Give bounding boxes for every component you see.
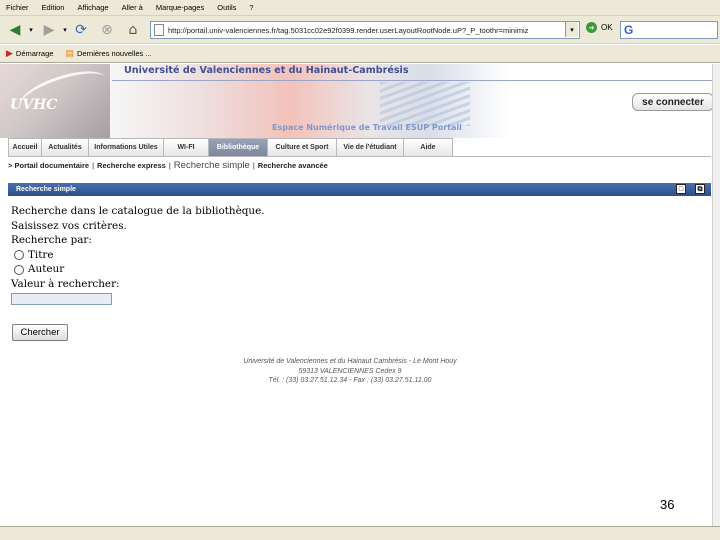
reload-icon[interactable]: ⟳ xyxy=(70,20,92,40)
rss-icon: ▤ xyxy=(65,48,74,58)
option-author-row[interactable]: Auteur xyxy=(11,262,265,277)
tab-vie-etudiant[interactable]: Vie de l'étudiant xyxy=(336,138,404,156)
subnav-separator: | xyxy=(252,161,255,170)
uvhc-logo: UVHC xyxy=(10,97,58,113)
footer-city: 59313 VALENCIENNES Cedex 9 xyxy=(298,367,402,375)
search-form: Recherche dans le catalogue de la biblio… xyxy=(11,204,265,305)
web-search-input[interactable]: G xyxy=(620,21,718,39)
subnav-portail-documentaire[interactable]: Portail documentaire xyxy=(14,161,89,170)
value-label: Valeur à rechercher: xyxy=(11,277,120,290)
bookmark-latest-news[interactable]: ▤ Dernières nouvelles ... xyxy=(65,48,151,59)
title-radio[interactable] xyxy=(14,250,24,261)
menu-tools[interactable]: Outils xyxy=(217,3,236,12)
bookmark-icon: ▶ xyxy=(6,48,13,58)
banner-decoration xyxy=(380,82,470,126)
subnav-recherche-simple[interactable]: Recherche simple xyxy=(174,160,250,171)
menu-view[interactable]: Affichage xyxy=(77,3,108,12)
menu-help[interactable]: ? xyxy=(249,3,253,12)
footer-address: Université de Valenciennes et du Hainaut… xyxy=(243,358,457,365)
search-button[interactable]: Chercher xyxy=(12,324,68,341)
connect-button[interactable]: se connecter xyxy=(632,93,714,111)
title-option-label: Titre xyxy=(28,248,54,261)
search-value-input[interactable] xyxy=(11,292,112,305)
logo-area: UVHC xyxy=(0,64,111,138)
forward-dropdown-icon[interactable]: ▾ xyxy=(60,20,70,40)
bookmarks-bar: ▶ Démarrage ▤ Dernières nouvelles ... xyxy=(0,45,720,63)
bookmark-label: Démarrage xyxy=(15,49,54,58)
search-engine-icon: G xyxy=(624,23,634,37)
tab-bibliotheque[interactable]: Bibliothèque xyxy=(208,138,268,156)
author-option-label: Auteur xyxy=(28,263,65,276)
author-radio[interactable] xyxy=(14,264,24,275)
main-tabs: Accueil Actualités Informations Utiles W… xyxy=(8,138,453,156)
go-button[interactable]: ➜ OK xyxy=(586,22,613,33)
search-by-label: Recherche par: xyxy=(11,234,92,247)
stop-icon[interactable]: ⊗ xyxy=(96,20,118,40)
address-bar[interactable]: http://portail.univ-valenciennes.fr/tag.… xyxy=(150,21,580,39)
criteria-text: Saisissez vos critères. xyxy=(11,219,127,232)
subnav-arrow: > xyxy=(8,161,13,170)
page-footer: Université de Valenciennes et du Hainaut… xyxy=(220,357,480,386)
menu-edit[interactable]: Edition xyxy=(42,3,65,12)
detach-icon[interactable]: ⧉ xyxy=(695,184,705,194)
home-icon[interactable]: ⌂ xyxy=(122,20,144,40)
forward-arrow-icon[interactable]: ▶ xyxy=(38,20,60,40)
channel-title-bar: Recherche simple □ ⧉ xyxy=(8,183,711,196)
vertical-scrollbar[interactable] xyxy=(712,64,720,526)
tab-informations-utiles[interactable]: Informations Utiles xyxy=(88,138,164,156)
go-arrow-icon: ➜ xyxy=(586,22,597,33)
tab-accueil[interactable]: Accueil xyxy=(8,138,42,156)
tab-wifi[interactable]: WI-FI xyxy=(163,138,209,156)
address-dropdown-icon[interactable]: ▾ xyxy=(565,22,578,37)
ent-title: Espace Numérique de Travail ESUP Portail xyxy=(272,123,462,132)
bookmark-getting-started[interactable]: ▶ Démarrage xyxy=(6,48,53,59)
page-icon xyxy=(154,24,164,36)
address-url: http://portail.univ-valenciennes.fr/tag.… xyxy=(168,25,529,35)
menu-go[interactable]: Aller à xyxy=(122,3,143,12)
back-arrow-icon[interactable]: ◀ xyxy=(4,20,26,40)
option-title-row[interactable]: Titre xyxy=(11,248,265,263)
minimize-icon[interactable]: □ xyxy=(676,184,686,194)
subnav-recherche-express[interactable]: Recherche express xyxy=(97,161,166,170)
bookmark-label: Dernières nouvelles ... xyxy=(76,49,152,58)
go-label: OK xyxy=(601,23,613,32)
menu-bookmarks[interactable]: Marque-pages xyxy=(156,3,204,12)
subnav-separator: | xyxy=(168,161,171,170)
back-dropdown-icon[interactable]: ▾ xyxy=(26,20,36,40)
portal-banner: UVHC Université de Valenciennes et du Ha… xyxy=(0,64,720,138)
subnav-recherche-avancee[interactable]: Recherche avancée xyxy=(258,161,328,170)
slide-number: 36 xyxy=(660,497,675,512)
status-bar xyxy=(0,526,720,540)
channel-title: Recherche simple xyxy=(16,186,76,193)
title-rule xyxy=(112,80,720,81)
sub-navigation: > Portail documentaire | Recherche expre… xyxy=(8,160,328,171)
subnav-separator: | xyxy=(92,161,95,170)
tabs-divider xyxy=(8,156,711,157)
university-title: Université de Valenciennes et du Hainaut… xyxy=(124,65,409,76)
browser-menubar: Fichier Edition Affichage Aller à Marque… xyxy=(0,0,720,16)
menu-file[interactable]: Fichier xyxy=(6,3,29,12)
intro-text: Recherche dans le catalogue de la biblio… xyxy=(11,205,265,217)
tab-culture-sport[interactable]: Culture et Sport xyxy=(267,138,337,156)
footer-phone: Tél. : (33) 03.27.51.12.34 - Fax : (33) … xyxy=(268,377,432,385)
tab-aide[interactable]: Aide xyxy=(403,138,453,156)
tab-actualites[interactable]: Actualités xyxy=(41,138,89,156)
